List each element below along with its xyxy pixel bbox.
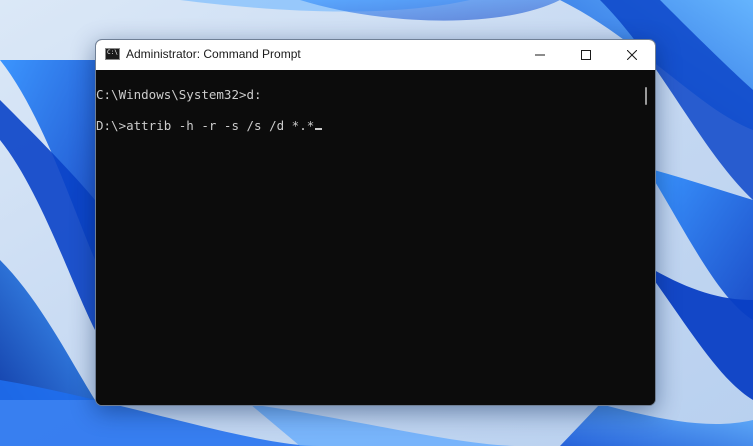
close-button[interactable] xyxy=(609,40,655,70)
console-input-line[interactable]: D:\>attrib -h -r -s /s /d *.* xyxy=(96,118,323,134)
console-output[interactable]: C:\Windows\System32>d: D:\>attrib -h -r … xyxy=(96,70,638,405)
maximize-icon xyxy=(581,50,591,60)
text-cursor xyxy=(315,128,323,130)
command-prompt-window[interactable]: Administrator: Command Prompt C:\Windows… xyxy=(95,39,656,406)
close-icon xyxy=(627,50,637,60)
window-title: Administrator: Command Prompt xyxy=(126,47,301,61)
command-text: D:\>attrib -h -r -s /s /d *.* xyxy=(96,118,315,133)
title-bar[interactable]: Administrator: Command Prompt xyxy=(96,40,655,70)
vertical-scrollbar[interactable] xyxy=(638,70,655,405)
minimize-button[interactable] xyxy=(517,40,563,70)
console-line: C:\Windows\System32>d: xyxy=(96,87,262,102)
scrollbar-thumb[interactable] xyxy=(645,87,647,105)
maximize-button[interactable] xyxy=(563,40,609,70)
minimize-icon xyxy=(535,54,545,56)
cmd-icon xyxy=(105,48,120,60)
